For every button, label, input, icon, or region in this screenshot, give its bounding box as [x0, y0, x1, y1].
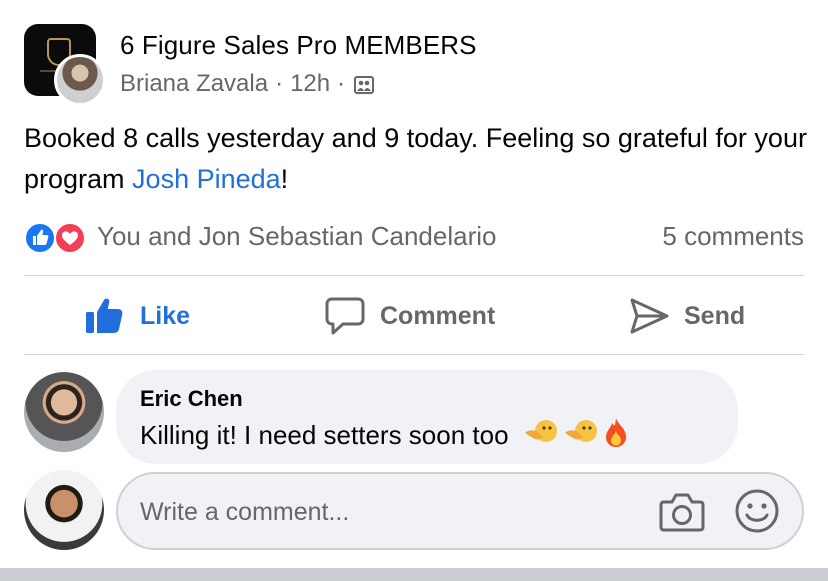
comment-bubble[interactable]: Eric Chen Killing it! I need setters soo…	[116, 370, 738, 464]
comment-composer	[24, 470, 804, 554]
comments-count[interactable]: 5 comments	[662, 221, 804, 252]
like-button[interactable]: Like	[84, 278, 190, 354]
reactions-bar: You and Jon Sebastian Candelario 5 comme…	[24, 220, 804, 256]
love-reaction-icon	[54, 222, 86, 254]
author-avatar[interactable]	[54, 54, 106, 106]
post-time[interactable]: 12h	[290, 70, 330, 98]
bottom-separator	[0, 568, 828, 581]
smiley-icon[interactable]	[734, 488, 780, 534]
mention-link[interactable]: Josh Pineda	[132, 164, 281, 194]
post-text: Booked 8 calls yesterday and 9 today. Fe…	[24, 118, 814, 200]
meta-separator: ·	[275, 70, 284, 97]
commenter-avatar[interactable]	[24, 372, 104, 452]
thumbs-up-icon	[86, 298, 123, 333]
like-reaction-icon	[24, 222, 56, 254]
send-label: Send	[684, 301, 746, 330]
pointing-hand-face-emoji	[523, 417, 559, 454]
comment-button[interactable]: Comment	[324, 278, 495, 354]
commenter-name[interactable]: Eric Chen	[140, 386, 243, 412]
group-name[interactable]: 6 Figure Sales Pro MEMBERS	[120, 30, 477, 61]
author-name[interactable]: Briana Zavala	[120, 70, 268, 98]
meta-separator-2: ·	[337, 70, 346, 97]
send-icon	[630, 298, 669, 334]
comment-text-line: Killing it! I need setters soon too	[140, 416, 629, 455]
post-header: 6 Figure Sales Pro MEMBERS Briana Zavala…	[24, 24, 804, 106]
post-actions: Like Comment Send	[24, 278, 804, 354]
pointing-hand-face-emoji-2	[563, 417, 599, 454]
fire-emoji	[603, 416, 629, 455]
comment-input[interactable]	[140, 492, 620, 532]
comment-text: Killing it! I need setters soon too	[140, 420, 509, 450]
divider-bottom	[24, 354, 804, 355]
my-avatar[interactable]	[24, 470, 104, 550]
group-members-icon	[354, 74, 375, 94]
comment-label: Comment	[380, 301, 496, 330]
comment-input-box[interactable]	[116, 472, 804, 550]
divider-top	[24, 275, 804, 276]
comment-item: Eric Chen Killing it! I need setters soo…	[24, 370, 804, 466]
reaction-icons[interactable]	[24, 222, 90, 254]
like-label: Like	[140, 301, 191, 330]
post-body-end: !	[280, 164, 289, 194]
reactions-summary[interactable]: You and Jon Sebastian Candelario	[97, 221, 496, 252]
send-button[interactable]: Send	[628, 278, 745, 354]
camera-icon[interactable]	[658, 490, 706, 534]
post-meta: Briana Zavala · 12h ·	[120, 70, 375, 98]
comment-bubble-icon	[325, 297, 365, 335]
